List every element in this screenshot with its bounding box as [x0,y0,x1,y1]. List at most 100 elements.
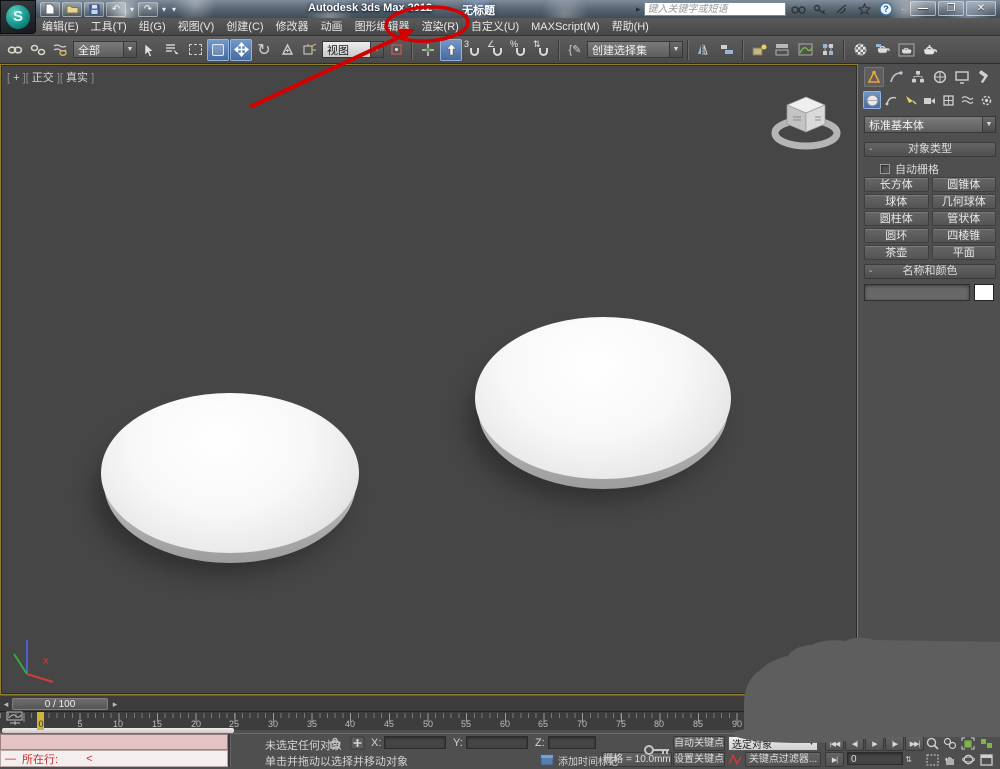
layer-manager-button[interactable] [748,39,770,61]
primitive-type-dropdown[interactable]: 标准基本体 ▼ [864,116,996,133]
category-spacewarps[interactable] [958,91,976,109]
ribbon-toggle-button[interactable] [771,39,793,61]
time-slider-left-arrow[interactable]: ◂ [1,698,11,710]
tab-display[interactable] [952,67,972,87]
menu-tools[interactable]: 工具(T) [85,18,133,36]
minimize-button[interactable]: — [910,1,936,16]
selection-lock-icon[interactable] [330,737,340,749]
undo-dropdown-icon[interactable]: ▾ [128,5,136,14]
macro-recorder-pane[interactable] [0,734,228,750]
unlink-selection-button[interactable] [27,39,49,61]
select-and-manipulate-button[interactable] [417,39,439,61]
absolute-mode-toggle-icon[interactable] [350,736,365,750]
menu-animation[interactable]: 动画 [315,18,349,36]
current-frame-field[interactable]: 0 [847,752,903,765]
sphere-object-left[interactable] [101,393,359,553]
viewport-view-menu[interactable]: 正交 [32,72,54,84]
rollout-collapse-icon[interactable]: - [869,143,872,156]
new-key-curve-icon[interactable] [727,752,743,767]
quick-access-more-icon[interactable]: ▾ [170,5,178,14]
key-filters-button[interactable]: 关键点过滤器... [745,752,821,767]
communication-satellite-icon[interactable] [833,2,852,17]
application-menu-button[interactable]: S [0,0,36,34]
menu-rendering[interactable]: 渲染(R) [416,18,465,36]
cone-button[interactable]: 圆锥体 [932,177,997,192]
orbit-button[interactable] [960,752,976,767]
render-setup-button[interactable] [872,39,894,61]
reference-coordinate-dropdown[interactable]: 视图 ▼ [322,41,384,58]
set-key-button[interactable]: 设置关键点 [673,752,725,767]
favorites-star-icon[interactable] [855,2,874,17]
zoom-all-button[interactable] [942,736,958,751]
rollout-collapse-icon[interactable]: - [869,265,872,278]
category-systems[interactable] [977,91,995,109]
key-mode-toggle-button[interactable]: ▶| [825,752,844,767]
auto-key-button[interactable]: 自动关键点 [673,736,725,751]
menu-views[interactable]: 视图(V) [172,18,221,36]
tab-modify[interactable] [886,67,906,87]
next-frame-button[interactable]: |▶ [885,736,904,751]
time-slider-handle[interactable]: 0 / 100 [12,698,108,710]
tab-hierarchy[interactable] [908,67,928,87]
tab-motion[interactable] [930,67,950,87]
close-button[interactable]: ✕ [966,1,996,16]
select-and-rotate-button[interactable]: ↻ [253,39,275,61]
autogrid-checkbox[interactable] [880,164,890,174]
search-collapse-arrow[interactable]: ▸ [636,4,641,15]
snaps-toggle-button[interactable]: 3 [463,39,485,61]
rendered-frame-window-button[interactable] [895,39,917,61]
object-color-swatch[interactable] [974,284,994,301]
box-button[interactable]: 长方体 [864,177,929,192]
select-and-link-button[interactable] [4,39,26,61]
track-bar[interactable]: 0 5 10 15 20 25 30 35 40 45 50 55 60 65 … [0,711,858,729]
category-shapes[interactable] [882,91,900,109]
plane-button[interactable]: 平面 [932,245,997,260]
frame-spinner[interactable]: ⇅ [904,752,913,767]
perspective-viewport[interactable]: [ + ][ 正交 ][ 真实 ] x [0,64,858,695]
named-selection-dropdown[interactable]: 创建选择集 ▼ [587,41,683,58]
menu-graph-editors[interactable]: 图形编辑器 [349,18,416,36]
curve-editor-button[interactable] [794,39,816,61]
time-slider-right-arrow[interactable]: ▸ [110,698,120,710]
angle-snap-button[interactable]: ∠ [486,39,508,61]
previous-frame-button[interactable]: ◀| [845,736,864,751]
object-type-rollout[interactable]: - 对象类型 [864,142,996,157]
new-scene-button[interactable] [40,2,60,17]
use-pivot-center-button[interactable] [385,39,407,61]
set-keys-key-icon[interactable] [643,743,671,758]
subscription-key-icon[interactable] [811,2,830,17]
pyramid-button[interactable]: 四棱锥 [932,228,997,243]
menu-edit[interactable]: 编辑(E) [36,18,85,36]
go-to-start-button[interactable]: |◀◀ [825,736,844,751]
mirror-button[interactable] [693,39,715,61]
render-production-button[interactable] [918,39,940,61]
category-helpers[interactable] [939,91,957,109]
tab-utilities[interactable] [974,67,994,87]
pan-hand-button[interactable] [942,752,958,767]
key-mode-dropdown[interactable]: 选定对象 ▼ [728,736,818,751]
category-geometry[interactable] [863,91,881,109]
category-lights[interactable] [901,91,919,109]
torus-button[interactable]: 圆环 [864,228,929,243]
select-and-scale-button[interactable] [276,39,298,61]
help-icon[interactable]: ? [877,2,896,17]
y-coordinate-field[interactable] [466,736,528,749]
category-cameras[interactable] [920,91,938,109]
redo-dropdown-icon[interactable]: ▾ [160,5,168,14]
sphere-object-right[interactable] [475,317,731,479]
teapot-button[interactable]: 茶壶 [864,245,929,260]
keyboard-shortcut-override-toggle[interactable] [440,39,462,61]
zoom-button[interactable] [924,736,940,751]
menu-customize[interactable]: 自定义(U) [465,18,525,36]
zoom-region-button[interactable] [924,752,940,767]
viewport-shading-menu[interactable]: 真实 [66,72,88,84]
object-name-input[interactable] [864,284,970,301]
tab-create[interactable] [864,67,884,87]
selection-filter-dropdown[interactable]: 全部 ▼ [73,41,137,58]
sphere-button[interactable]: 球体 [864,194,929,209]
search-binoculars-icon[interactable] [789,2,808,17]
z-coordinate-field[interactable] [548,736,596,749]
redo-button[interactable]: ↷ [138,2,158,17]
zoom-extents-all-button[interactable] [978,736,994,751]
time-slider[interactable]: ◂ 0 / 100 ▸ [0,695,858,711]
